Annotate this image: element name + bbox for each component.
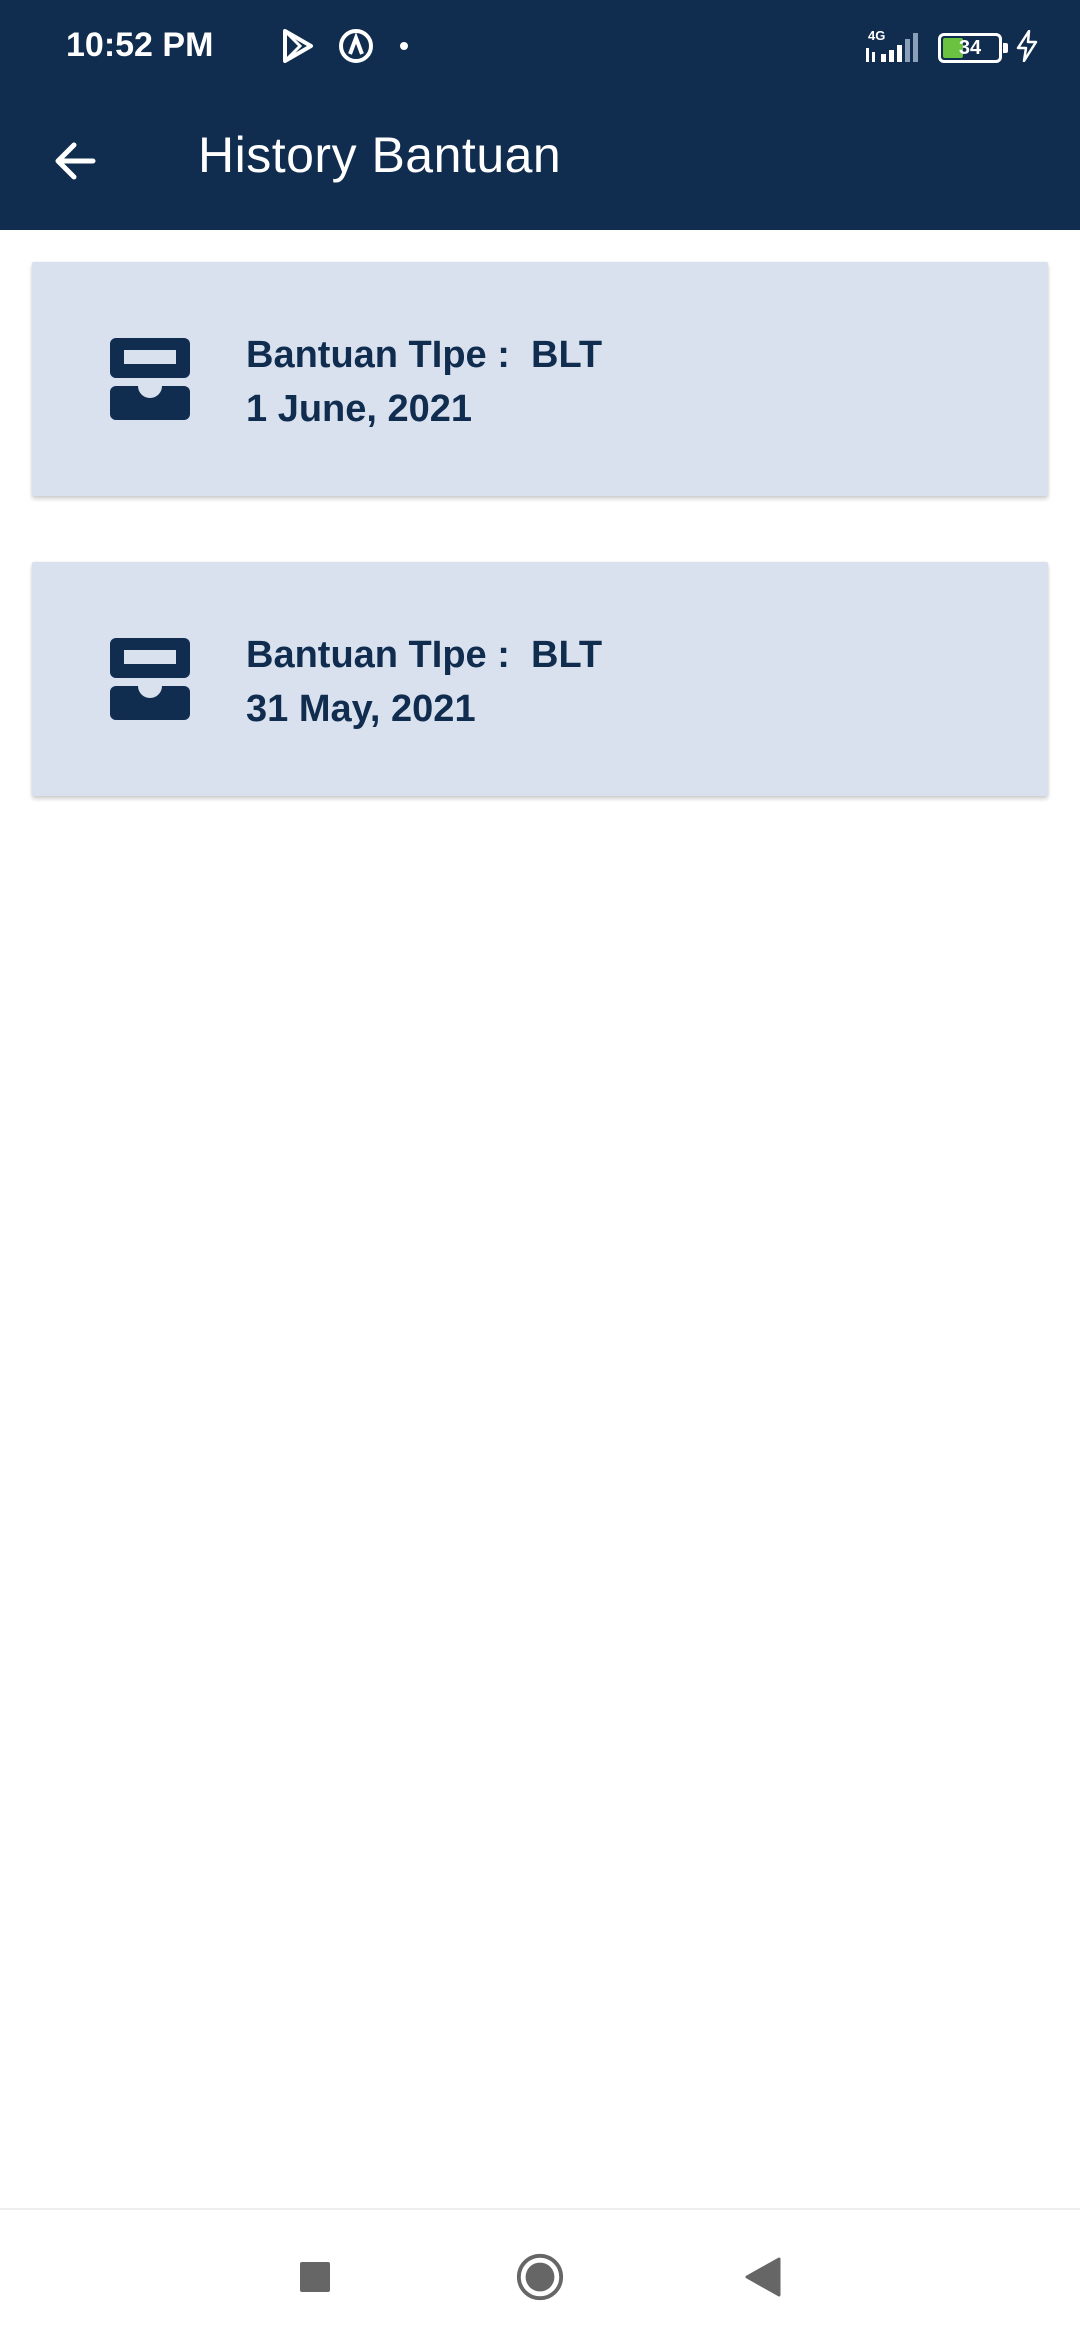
bantuan-date: 31 May, 2021 bbox=[246, 688, 476, 730]
bantuan-type-label: Bantuan TIpe : bbox=[246, 334, 510, 376]
history-card[interactable]: Bantuan TIpe : BLT 1 June, 2021 bbox=[32, 262, 1048, 496]
battery-icon: 34 bbox=[938, 33, 1008, 63]
history-card-text: Bantuan TIpe : BLT 31 May, 2021 bbox=[246, 628, 602, 736]
system-navigation-bar bbox=[0, 2208, 1080, 2340]
page-title: History Bantuan bbox=[198, 127, 562, 183]
back-triangle-icon bbox=[745, 2257, 781, 2297]
charging-icon bbox=[1016, 29, 1038, 67]
bantuan-type-value: BLT bbox=[531, 334, 603, 376]
app-bar: History Bantuan bbox=[0, 96, 1080, 230]
battery-level: 34 bbox=[958, 36, 982, 59]
recents-square-icon bbox=[300, 2262, 330, 2292]
nav-back-button[interactable] bbox=[738, 2252, 788, 2302]
arrow-left-icon bbox=[55, 142, 96, 180]
bantuan-type-label: Bantuan TIpe : bbox=[246, 634, 510, 676]
battery-tip bbox=[1003, 43, 1008, 53]
home-circle-icon bbox=[516, 2253, 564, 2301]
history-card-text: Bantuan TIpe : BLT 1 June, 2021 bbox=[246, 328, 602, 436]
inbox-tray-icon bbox=[110, 638, 190, 720]
inbox-tray-icon bbox=[110, 338, 190, 420]
network-type-label: 4G bbox=[868, 28, 885, 43]
bantuan-type-line: Bantuan TIpe : BLT bbox=[246, 328, 602, 382]
back-button[interactable] bbox=[30, 116, 120, 206]
status-right-icons: 4G 34 bbox=[850, 28, 1038, 68]
play-store-icon bbox=[282, 28, 314, 68]
history-card[interactable]: Bantuan TIpe : BLT 31 May, 2021 bbox=[32, 562, 1048, 796]
status-bar: 10:52 PM 4G 34 bbox=[0, 0, 1080, 96]
dot-icon bbox=[398, 39, 410, 57]
signal-icon: 4G bbox=[864, 28, 924, 69]
notification-icons bbox=[282, 28, 434, 68]
bantuan-type-line: Bantuan TIpe : BLT bbox=[246, 628, 602, 682]
home-button[interactable] bbox=[515, 2252, 565, 2302]
app-header: 10:52 PM 4G 34 History Bantuan bbox=[0, 0, 1080, 230]
status-time: 10:52 PM bbox=[66, 26, 214, 64]
bantuan-date: 1 June, 2021 bbox=[246, 388, 473, 430]
recents-button[interactable] bbox=[290, 2252, 340, 2302]
vpn-icon bbox=[338, 28, 374, 69]
bantuan-type-value: BLT bbox=[531, 634, 603, 676]
